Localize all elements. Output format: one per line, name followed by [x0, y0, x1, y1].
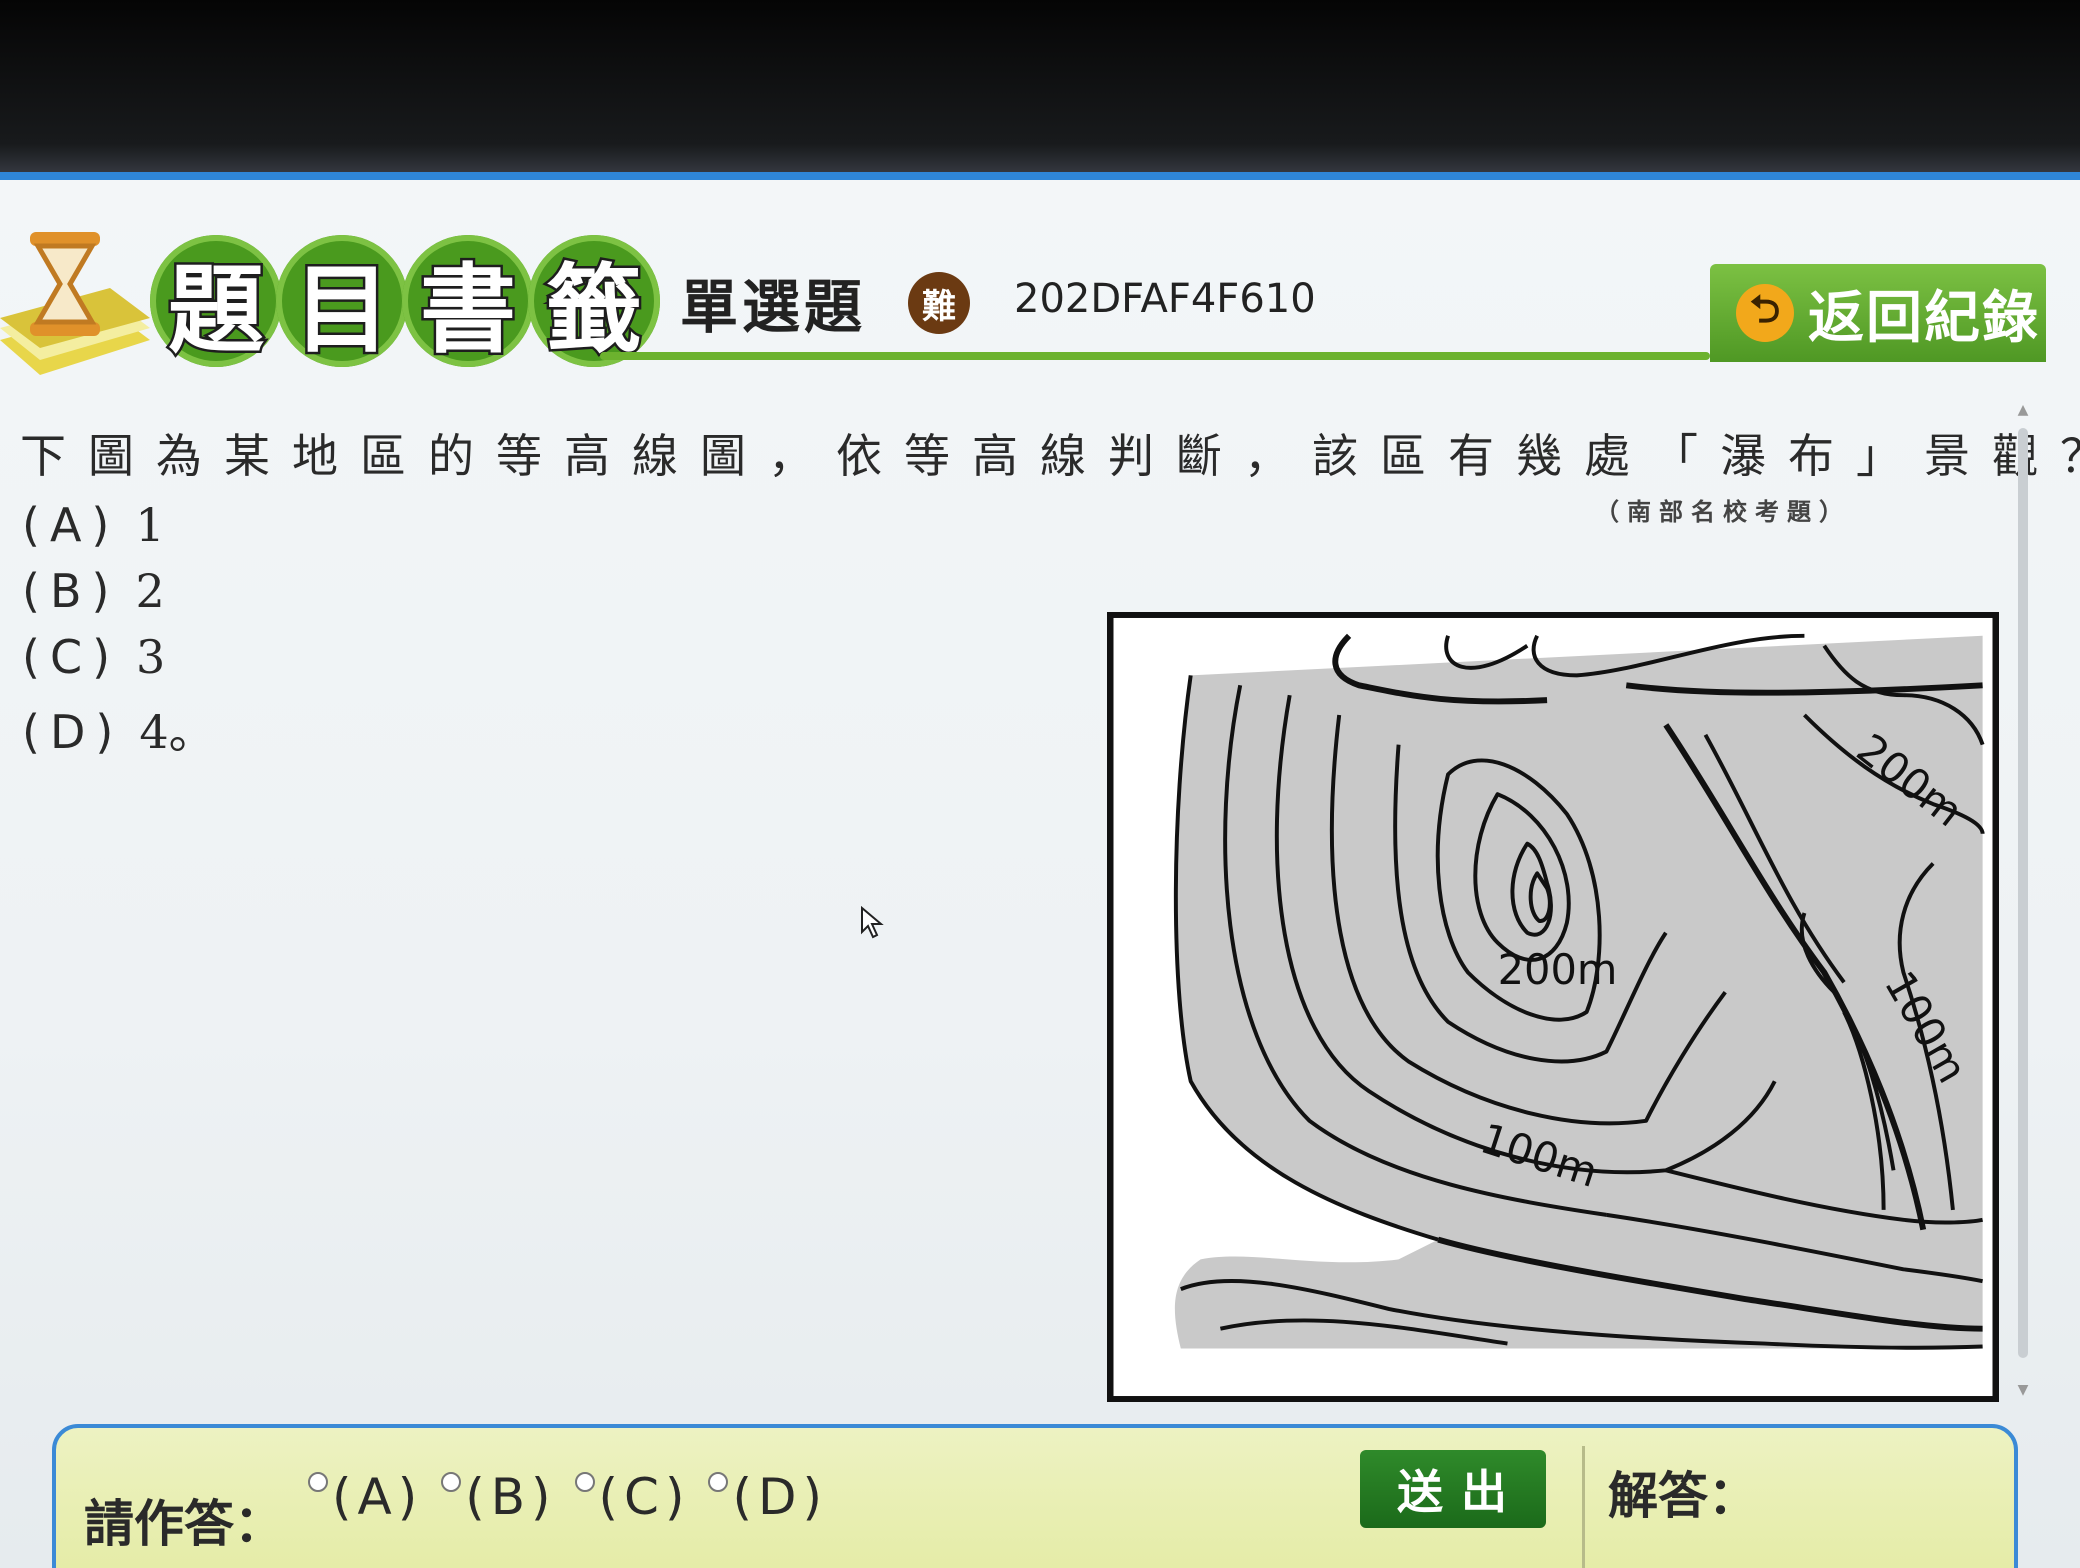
difficulty-badge: 難 — [908, 272, 970, 334]
label-summit-200m: 200m — [1498, 945, 1618, 994]
scrollbar-thumb[interactable] — [2018, 428, 2028, 1358]
logo-char: 題 — [150, 235, 282, 368]
radio-b[interactable] — [441, 1472, 462, 1492]
option-d: (D) 4。 — [22, 705, 215, 759]
scrollbar[interactable]: ▲ ▼ — [2016, 402, 2030, 1402]
radio-c[interactable] — [574, 1472, 595, 1492]
question-source: （南部名校考題） — [1595, 498, 1851, 526]
back-button-label: 返回紀錄 — [1808, 285, 2040, 351]
header-divider — [600, 352, 1710, 360]
hourglass-books-icon — [0, 232, 150, 375]
option-c: (C) 3 — [22, 630, 166, 684]
mouse-pointer-icon — [861, 906, 884, 939]
app-logo-title: 題 目 書 籤 — [150, 235, 660, 368]
option-list: (A) 1 (B) 2 (C) 3 (D) 4。 — [22, 498, 215, 762]
choice-c[interactable]: (C) — [574, 1468, 691, 1526]
question-type: 單選題 — [680, 273, 867, 341]
option-b: (B) 2 — [22, 564, 165, 618]
back-to-records-button[interactable]: ⮌ 返回紀錄 — [1710, 264, 2046, 362]
answer-bar: 請作答： (A) (B) (C) (D) 送出 解答： — [52, 1424, 2018, 1568]
answer-prompt: 請作答： — [84, 1495, 284, 1553]
logo-char: 目 — [276, 235, 408, 368]
contour-map-drawing: 200m 100m 200m 100m — [1111, 616, 1995, 1398]
monitor-bezel — [0, 0, 2080, 180]
choice-b[interactable]: (B) — [441, 1468, 556, 1526]
option-a: (A) 1 — [22, 498, 165, 552]
choice-d[interactable]: (D) — [708, 1468, 828, 1526]
answer-divider — [1582, 1446, 1585, 1568]
choice-a[interactable]: (A) — [308, 1468, 423, 1526]
contour-map: 200m 100m 200m 100m — [1107, 612, 1999, 1402]
question-text: 下圖為某地區的等高線圖，依等高線判斷，該區有幾處「瀑布」景觀？ — [20, 429, 2080, 483]
header: 題 目 書 籤 單選題 難 202DFAF4F610 ⮌ 返回紀錄 — [0, 180, 2080, 380]
return-arrow-icon: ⮌ — [1736, 284, 1794, 342]
question-id: 202DFAF4F610 — [1014, 276, 1316, 322]
radio-a[interactable] — [308, 1472, 328, 1492]
quiz-screen: 題 目 書 籤 單選題 難 202DFAF4F610 ⮌ 返回紀錄 下圖為某地區… — [0, 172, 2080, 1568]
logo-char: 書 — [402, 235, 534, 368]
scroll-down-icon[interactable]: ▼ — [2016, 1382, 2030, 1398]
answer-choices: (A) (B) (C) (D) — [308, 1468, 846, 1526]
logo-char: 籤 — [528, 235, 660, 368]
solution-label: 解答： — [1608, 1467, 1758, 1525]
radio-d[interactable] — [708, 1472, 729, 1492]
submit-button[interactable]: 送出 — [1360, 1450, 1546, 1528]
scroll-up-icon[interactable]: ▲ — [2016, 402, 2030, 418]
